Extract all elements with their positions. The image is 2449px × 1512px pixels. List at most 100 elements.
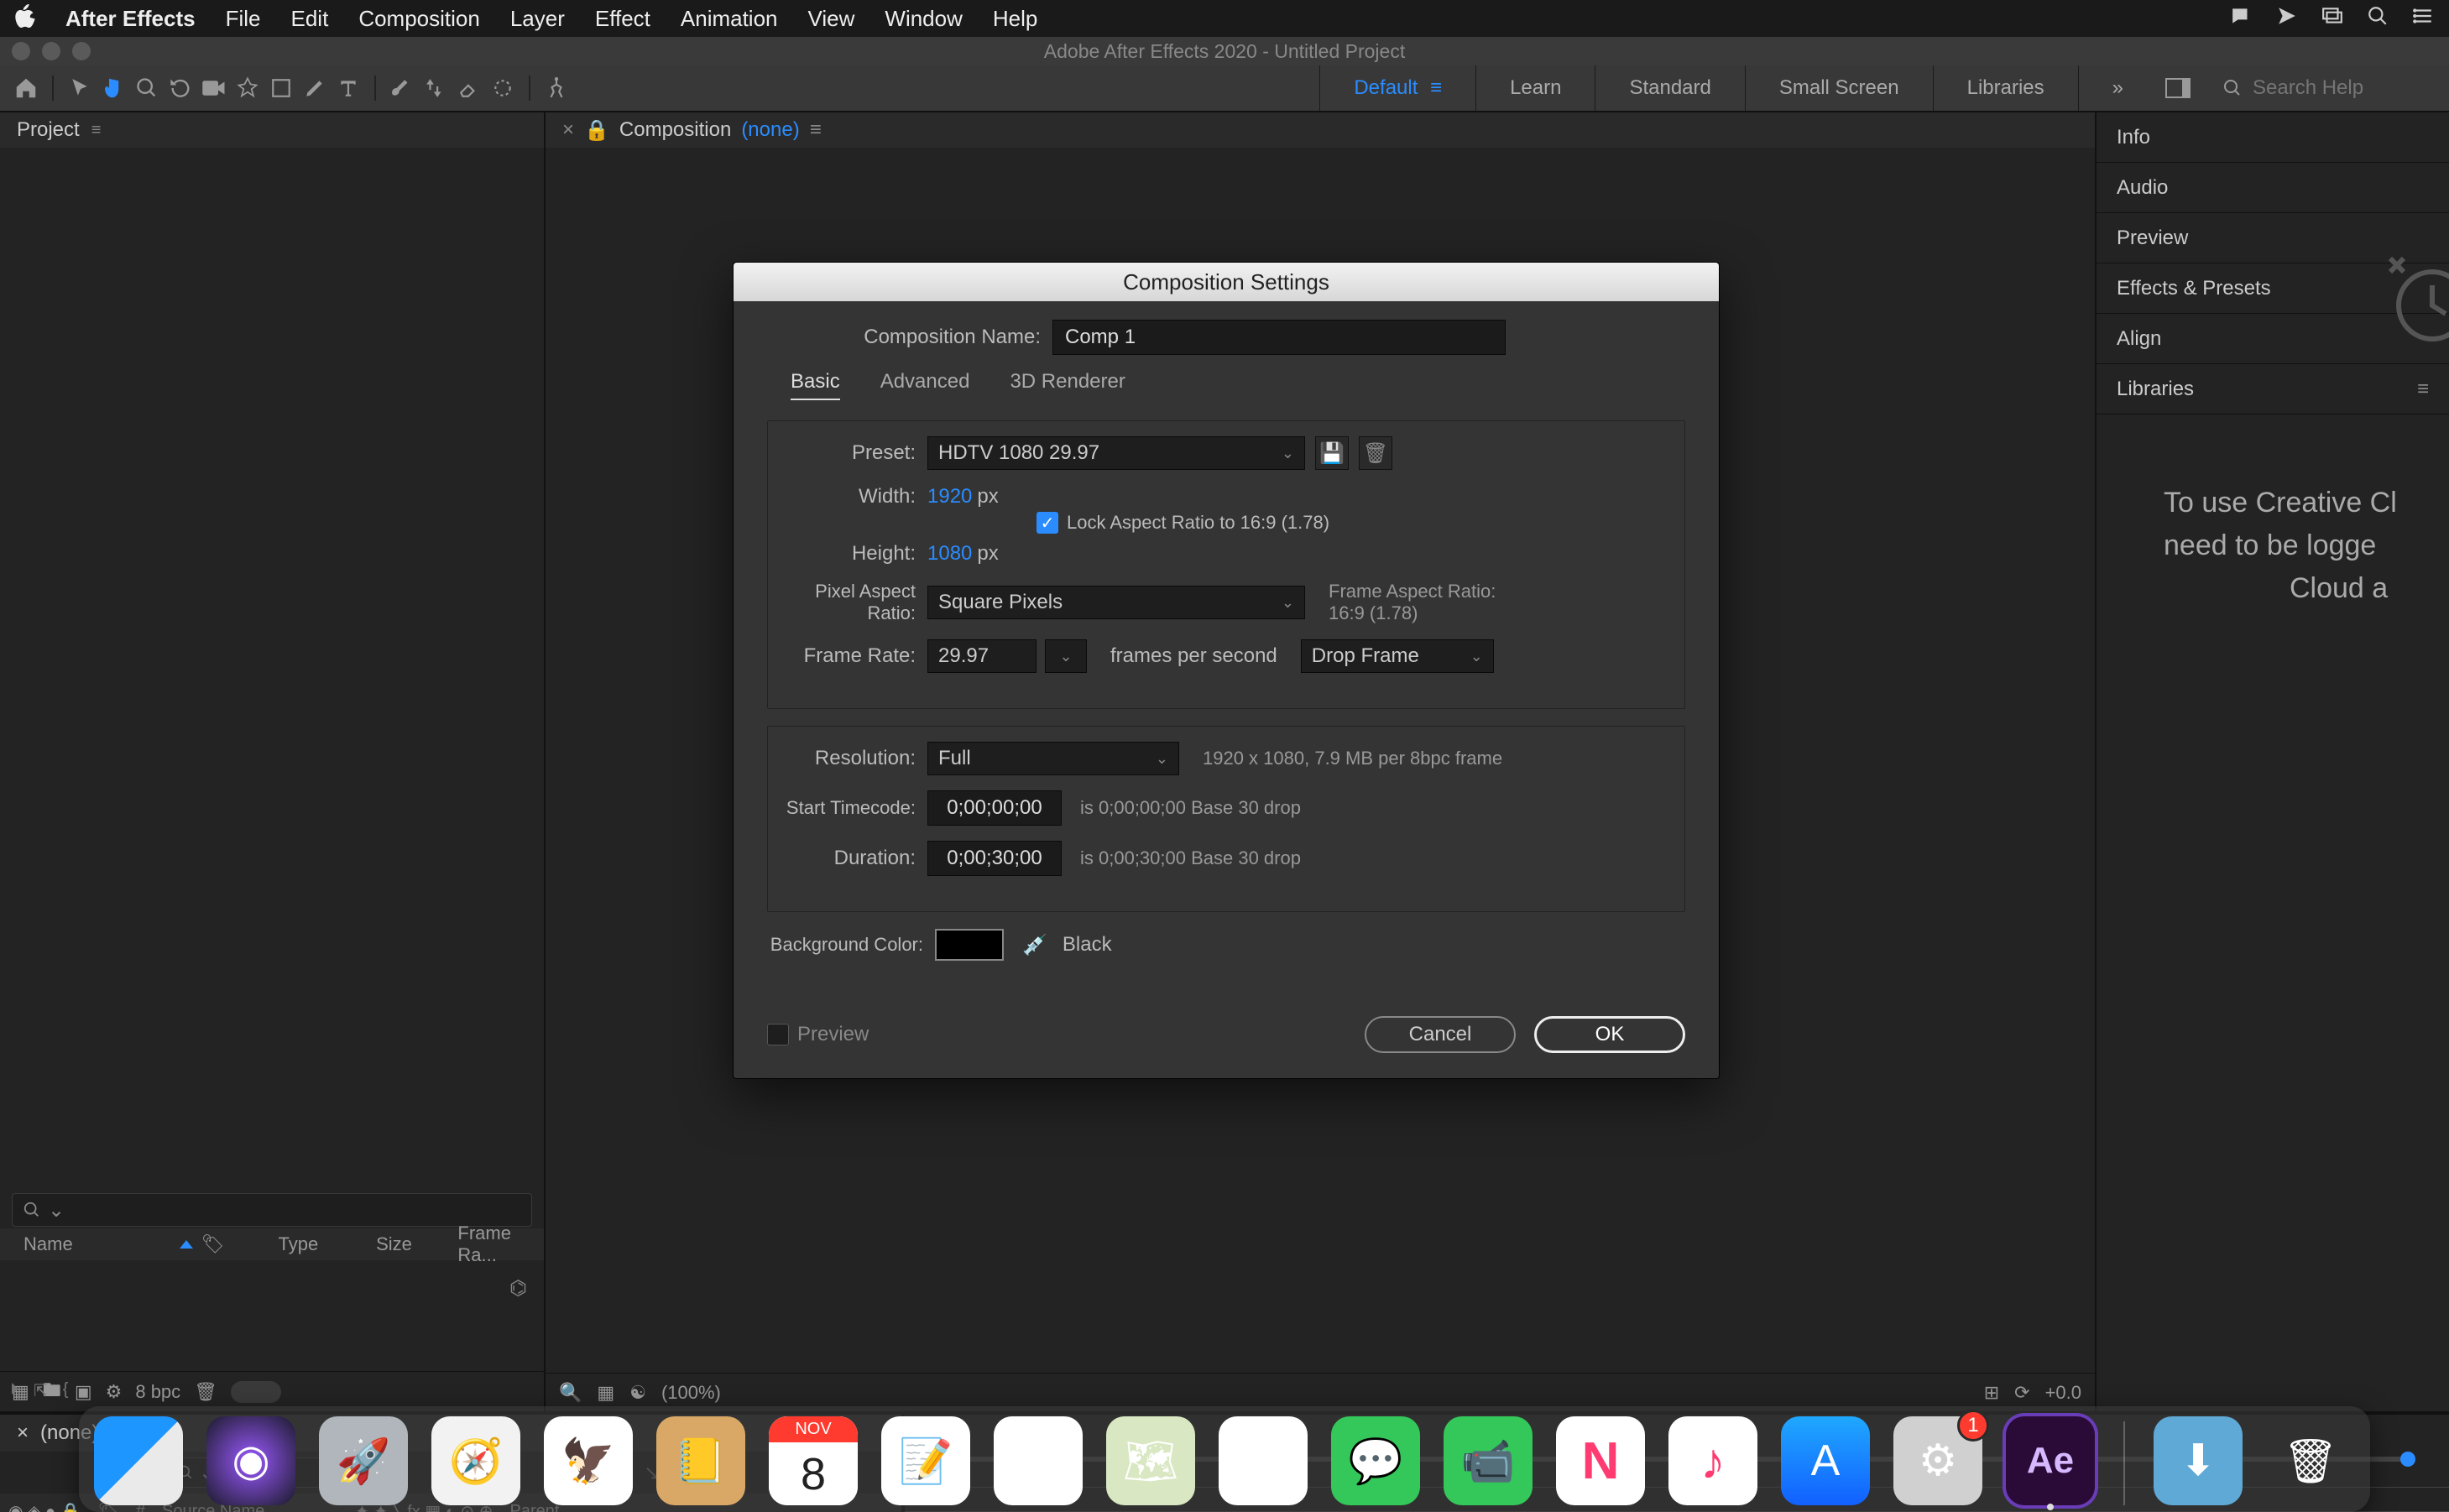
menu-edit[interactable]: Edit [291,6,329,32]
apple-menu-icon[interactable] [15,4,35,34]
resolution-select[interactable]: Full⌄ [927,742,1179,775]
eyedropper-icon[interactable]: 💉 [1022,933,1047,957]
roto-brush-tool-icon[interactable] [488,74,517,102]
workspace-default[interactable]: Default ≡ [1319,65,1475,111]
res-icon[interactable]: ▦ [597,1382,614,1404]
puppet-tool-icon[interactable] [542,74,571,102]
text-tool-icon[interactable] [334,74,363,102]
dropframe-select[interactable]: Drop Frame⌄ [1301,639,1494,673]
tab-basic[interactable]: Basic [791,370,840,400]
project-search[interactable]: ⌄ [12,1193,532,1227]
expand-icon[interactable]: ⇱ [34,1380,48,1401]
menu-file[interactable]: File [226,6,261,32]
cancel-button[interactable]: Cancel [1365,1016,1516,1053]
panel-audio[interactable]: Audio [2097,163,2449,213]
menu-composition[interactable]: Composition [358,6,480,32]
region-icon[interactable]: ⊞ [1984,1382,1999,1404]
height-input[interactable]: 1080 [927,542,972,566]
rotate-tool-icon[interactable] [166,74,195,102]
control-center-icon[interactable] [2412,5,2434,33]
hand-tool-icon[interactable] [99,74,128,102]
pan-behind-tool-icon[interactable] [233,74,262,102]
zoom-value[interactable]: (100%) [661,1382,721,1404]
brackets-icon[interactable]: { [63,1380,69,1401]
menu-view[interactable]: View [808,6,855,32]
label-col-icon[interactable]: 🏷 [201,1233,225,1255]
save-preset-icon[interactable]: 💾 [1315,436,1349,470]
notifications-icon[interactable] [2231,5,2253,33]
comp-name-input[interactable] [1052,320,1506,355]
duration-input[interactable] [927,841,1062,876]
camera-tool-icon[interactable] [200,74,228,102]
delete-preset-icon[interactable]: 🗑 [1359,436,1392,470]
panel-libraries[interactable]: Libraries≡ [2097,364,2449,414]
render-queue-icon[interactable]: ⏵ [10,1380,18,1401]
menu-layer[interactable]: Layer [510,6,565,32]
panel-info[interactable]: Info [2097,112,2449,163]
dock-reminders[interactable]: ☑︎ [994,1416,1083,1505]
shape-tool-icon[interactable] [267,74,295,102]
workspace-more[interactable]: » [2078,65,2157,111]
bg-color-swatch[interactable] [935,929,1004,961]
brush-tool-icon[interactable] [388,74,416,102]
share-icon[interactable] [2276,5,2298,33]
project-panel-tab[interactable]: Project ≡ [0,112,544,148]
dock-maps[interactable]: 🗺 [1106,1416,1195,1505]
spotlight-icon[interactable] [2367,5,2389,33]
dock-contacts[interactable]: 📒 [656,1416,745,1505]
workspace-standard[interactable]: Standard [1595,65,1744,111]
framerate-chevron[interactable]: ⌄ [1045,639,1087,673]
bpc-label[interactable]: 8 bpc [135,1381,180,1403]
menu-animation[interactable]: Animation [681,6,778,32]
dock-trash[interactable]: 🗑 [2266,1416,2355,1505]
selection-tool-icon[interactable] [65,74,94,102]
home-icon[interactable] [12,74,40,102]
menu-help[interactable]: Help [993,6,1037,32]
comp-panel-menu-icon[interactable]: ≡ [810,118,822,142]
preset-select[interactable]: HDTV 1080 29.97⌄ [927,436,1305,470]
ok-button[interactable]: OK [1534,1016,1685,1053]
dock-launchpad[interactable]: 🚀 [319,1416,408,1505]
dock-news[interactable]: N [1556,1416,1645,1505]
project-search-pill[interactable] [231,1381,281,1403]
project-settings-icon[interactable]: ⚙ [106,1381,123,1403]
exposure-value[interactable]: +0.0 [2045,1382,2081,1404]
workspace-small-screen[interactable]: Small Screen [1745,65,1933,111]
tab-advanced[interactable]: Advanced [880,370,970,400]
close-tab-icon[interactable]: × [562,118,574,142]
preview-checkbox[interactable] [767,1024,789,1045]
panel-toggle-icon[interactable] [2164,74,2192,102]
menu-window[interactable]: Window [885,6,962,32]
project-panel-menu-icon[interactable]: ≡ [91,121,102,140]
refresh-icon[interactable]: ⟳ [2014,1382,2029,1404]
new-comp-icon[interactable]: ▣ [75,1381,92,1403]
dock-facetime[interactable]: 📹 [1444,1416,1533,1505]
start-timecode-input[interactable] [927,790,1062,826]
par-select[interactable]: Square Pixels⌄ [927,586,1305,619]
menu-effect[interactable]: Effect [595,6,650,32]
dock-messages[interactable]: 💬 [1331,1416,1420,1505]
workspace-learn[interactable]: Learn [1475,65,1595,111]
flowchart-icon[interactable]: ⌬ [509,1276,527,1301]
help-search-input[interactable] [2253,76,2437,100]
tab-3d[interactable]: 3D Renderer [1010,370,1125,400]
dock-safari[interactable]: 🧭 [431,1416,520,1505]
dock-settings[interactable]: ⚙︎1 [1893,1416,1982,1505]
dock-appstore[interactable]: A [1781,1416,1870,1505]
lock-aspect-checkbox[interactable]: ✓ [1037,512,1058,534]
dock-siri[interactable]: ◉ [206,1416,295,1505]
width-input[interactable]: 1920 [927,485,972,508]
zoom-tool-icon[interactable] [133,74,161,102]
dock-downloads[interactable]: ⬇︎ [2154,1416,2243,1505]
dock-calendar[interactable]: NOV8 [769,1416,858,1505]
framerate-input[interactable]: 29.97 [927,639,1037,673]
magnify-icon[interactable]: 🔍 [559,1382,582,1404]
alpha-icon[interactable]: ☯ [629,1382,646,1404]
eraser-tool-icon[interactable] [455,74,483,102]
dock-photos[interactable]: ✿ [1219,1416,1308,1505]
app-name[interactable]: After Effects [65,6,196,32]
delete-icon[interactable]: 🗑 [194,1381,217,1403]
workspace-libraries[interactable]: Libraries [1933,65,2078,111]
dock-finder[interactable] [94,1416,183,1505]
pen-tool-icon[interactable] [300,74,329,102]
